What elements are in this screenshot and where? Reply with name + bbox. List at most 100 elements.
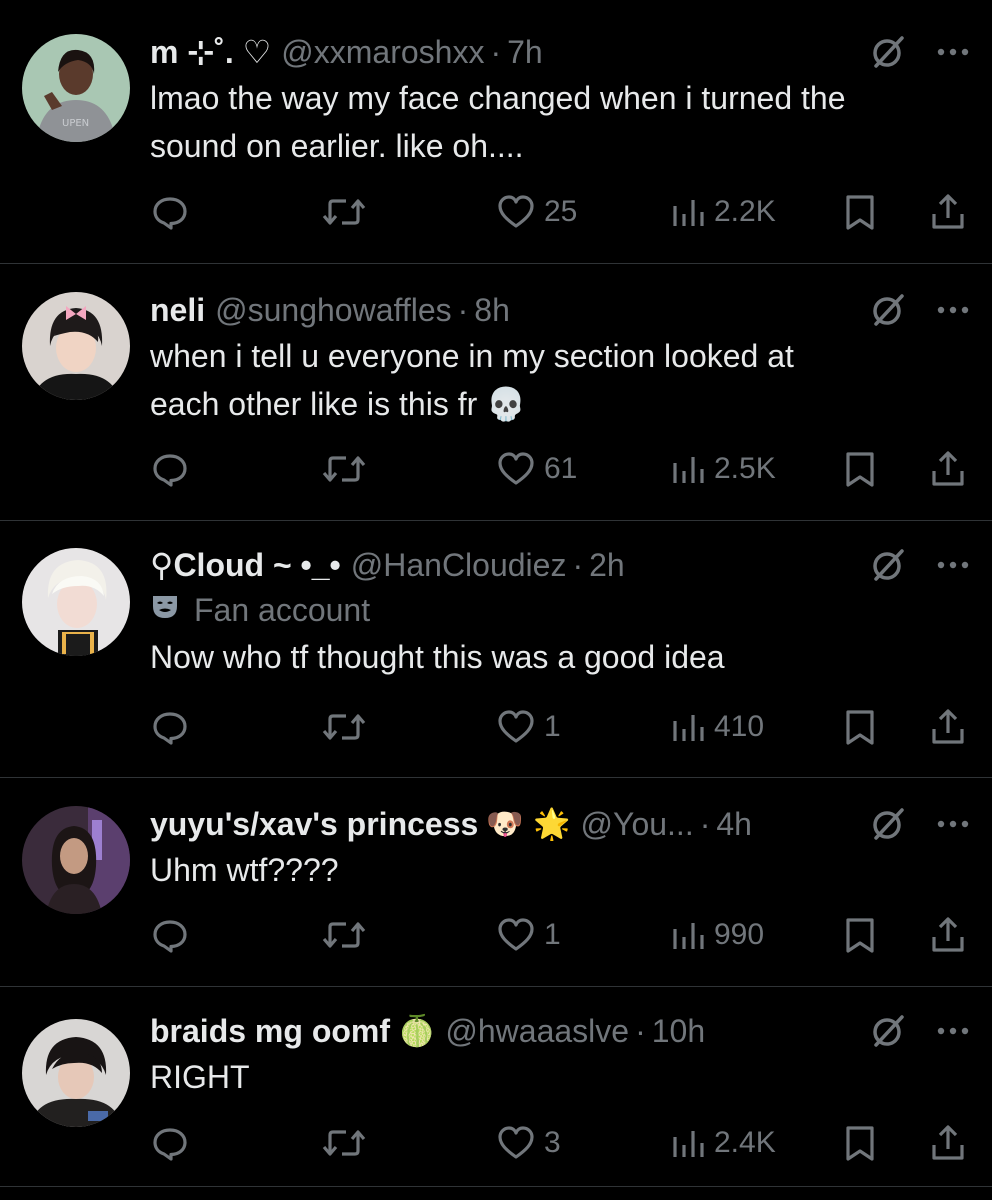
views-button[interactable]: 2.2K — [670, 190, 776, 234]
timestamp[interactable]: 4h — [716, 806, 752, 843]
separator-dot: · — [490, 33, 502, 70]
tweet[interactable]: ⚲Cloud ~ •_• @HanCloudiez · 2h Fan accou… — [0, 521, 992, 778]
timestamp[interactable]: 8h — [474, 292, 510, 329]
more-icon[interactable] — [936, 1026, 970, 1036]
tweet-menu-icons — [870, 543, 970, 587]
reply-button[interactable] — [150, 705, 190, 749]
share-button[interactable] — [930, 705, 966, 749]
bookmark-button[interactable] — [842, 447, 878, 491]
like-count: 61 — [544, 452, 578, 485]
grok-icon[interactable] — [870, 806, 906, 842]
bookmark-icon — [846, 918, 874, 953]
views-button[interactable]: 2.4K — [670, 1121, 776, 1165]
views-button[interactable]: 990 — [670, 913, 764, 957]
bookmark-button[interactable] — [842, 705, 878, 749]
heart-icon — [498, 195, 534, 228]
tweet[interactable]: yuyu's/xav's princess 🐶 🌟 @You... · 4h U… — [0, 778, 992, 987]
bookmark-button[interactable] — [842, 190, 878, 234]
display-name[interactable]: m ⊹˚. ♡ — [150, 33, 271, 71]
avatar[interactable] — [22, 806, 130, 914]
tweet-header: ⚲Cloud ~ •_• @HanCloudiez · 2h — [150, 543, 970, 587]
avatar[interactable] — [22, 1019, 130, 1127]
fan-account-text: Fan account — [194, 591, 371, 628]
share-button[interactable] — [930, 913, 966, 957]
timestamp[interactable]: 10h — [652, 1013, 705, 1050]
bookmark-icon — [846, 710, 874, 745]
share-icon — [932, 917, 964, 952]
timeline-feed: UPEN m ⊹˚. ♡ @xxmaroshxx · 7h lmao the w… — [0, 0, 992, 1200]
views-icon — [673, 1131, 704, 1157]
reply-icon — [153, 454, 187, 487]
timestamp[interactable]: 7h — [507, 34, 543, 71]
view-count: 2.4K — [714, 1126, 776, 1159]
like-count: 1 — [544, 918, 561, 951]
reply-button[interactable] — [150, 190, 190, 234]
heart-icon — [498, 452, 534, 485]
retweet-button[interactable] — [322, 705, 366, 749]
reply-button[interactable] — [150, 1121, 190, 1165]
like-button[interactable]: 1 — [496, 705, 561, 749]
display-name[interactable]: yuyu's/xav's princess — [150, 806, 478, 843]
action-bar: 1 410 — [150, 705, 970, 749]
tweet[interactable]: neli @sunghowaffles · 8h when i tell u e… — [0, 264, 992, 521]
more-icon[interactable] — [936, 305, 970, 315]
reply-button[interactable] — [150, 913, 190, 957]
retweet-button[interactable] — [322, 1121, 366, 1165]
name-emoji: 🐶 🌟 — [486, 806, 571, 842]
handle[interactable]: @sunghowaffles — [215, 292, 451, 329]
handle[interactable]: @HanCloudiez — [351, 547, 567, 584]
views-icon — [673, 457, 704, 483]
tweet-menu-icons — [870, 30, 970, 74]
like-button[interactable]: 61 — [496, 447, 577, 491]
like-button[interactable]: 25 — [496, 190, 577, 234]
more-icon[interactable] — [936, 47, 970, 57]
view-count: 2.5K — [714, 452, 776, 485]
share-button[interactable] — [930, 190, 966, 234]
handle[interactable]: @hwaaaslve — [445, 1013, 629, 1050]
tweet[interactable]: braids mg oomf 🍈 @hwaaaslve · 10h RIGHT — [0, 987, 992, 1187]
grok-icon[interactable] — [870, 292, 906, 328]
handle[interactable]: @You... — [581, 806, 694, 843]
views-button[interactable]: 2.5K — [670, 447, 776, 491]
avatar[interactable]: UPEN — [22, 34, 130, 142]
timestamp[interactable]: 2h — [589, 547, 625, 584]
share-button[interactable] — [930, 447, 966, 491]
display-name[interactable]: neli — [150, 292, 205, 329]
retweet-button[interactable] — [322, 913, 366, 957]
action-bar: 25 2.2K — [150, 190, 970, 234]
grok-icon[interactable] — [870, 547, 906, 583]
bookmark-button[interactable] — [842, 1121, 878, 1165]
more-icon[interactable] — [936, 560, 970, 570]
separator-dot: · — [635, 1012, 646, 1049]
views-icon — [673, 715, 704, 741]
bookmark-icon — [846, 1126, 874, 1161]
avatar[interactable] — [22, 292, 130, 400]
tweet-text: Now who tf thought this was a good idea — [150, 639, 725, 675]
share-icon — [932, 194, 964, 229]
grok-icon[interactable] — [870, 1013, 906, 1049]
retweet-button[interactable] — [322, 190, 366, 234]
grok-icon[interactable] — [870, 34, 906, 70]
display-name[interactable]: ⚲Cloud ~ •_• — [150, 546, 341, 584]
handle[interactable]: @xxmaroshxx — [281, 34, 484, 71]
heart-icon — [498, 710, 534, 743]
separator-dot: · — [457, 291, 469, 328]
display-name[interactable]: braids mg oomf — [150, 1013, 390, 1050]
views-button[interactable]: 410 — [670, 705, 764, 749]
tweet[interactable]: UPEN m ⊹˚. ♡ @xxmaroshxx · 7h lmao the w… — [0, 0, 992, 264]
tweet-menu-icons — [870, 288, 970, 332]
views-icon — [673, 923, 704, 949]
like-button[interactable]: 1 — [496, 913, 561, 957]
tweet-text: RIGHT — [150, 1059, 250, 1095]
like-button[interactable]: 3 — [496, 1121, 561, 1165]
retweet-button[interactable] — [322, 447, 366, 491]
more-icon[interactable] — [936, 819, 970, 829]
reply-icon — [153, 920, 187, 953]
avatar[interactable] — [22, 548, 130, 656]
share-button[interactable] — [930, 1121, 966, 1165]
view-count: 2.2K — [714, 195, 776, 228]
reply-button[interactable] — [150, 447, 190, 491]
tweet-menu-icons — [870, 1009, 970, 1053]
bookmark-button[interactable] — [842, 913, 878, 957]
like-count: 1 — [544, 710, 561, 743]
